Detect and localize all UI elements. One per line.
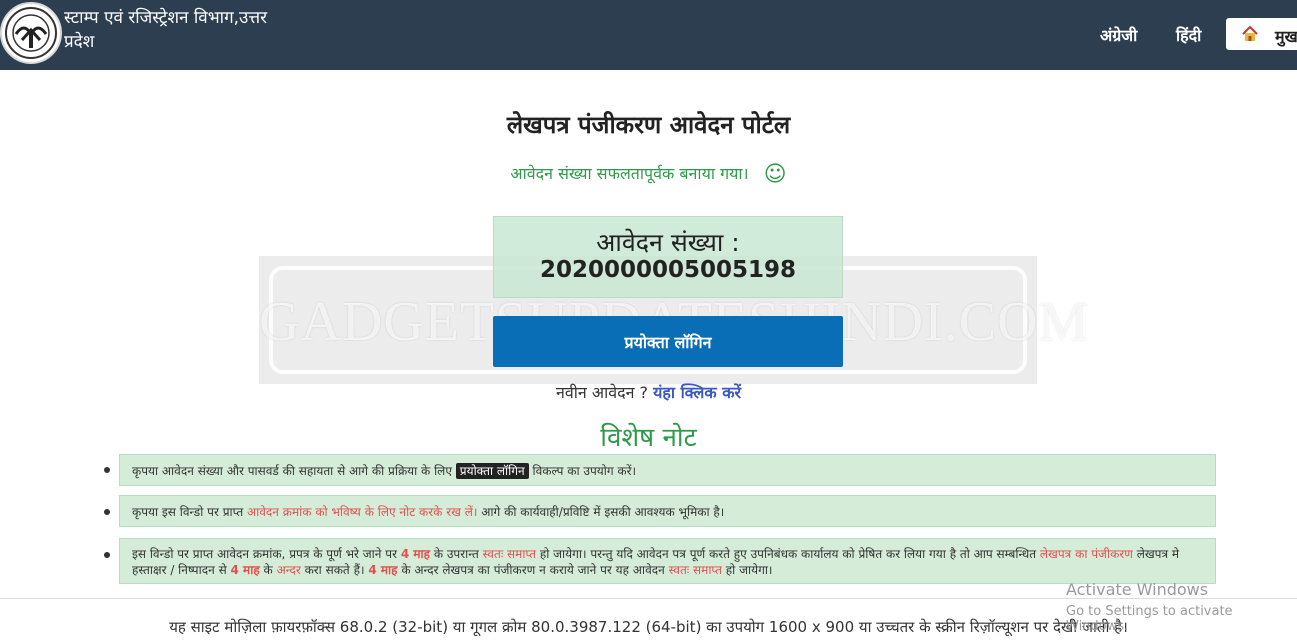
note-highlight: स्वतः समाप्त	[668, 563, 722, 577]
bullet-icon	[104, 467, 110, 473]
up-emblem-icon[interactable]	[0, 2, 62, 64]
note-text: कृपया इस विन्डो पर प्राप्त	[132, 505, 244, 519]
note-item: इस विन्डो पर प्राप्त आवेदन क्रमांक, प्रप…	[119, 538, 1216, 584]
note-text: कृपया आवेदन संख्या और पासवर्ड की सहायता …	[132, 464, 452, 478]
home-label: मुख	[1275, 27, 1297, 46]
bullet-icon	[104, 552, 110, 558]
note-highlight: स्वतः समाप्त	[482, 547, 536, 561]
note-text: हो जायेगा।	[725, 563, 773, 577]
login-badge: प्रयोक्ता लॉगिन	[455, 463, 529, 479]
note-text: के	[263, 563, 273, 577]
note-text: आगे की कार्यवाही/प्रविष्टि में इसकी आवश्…	[481, 505, 725, 519]
home-icon	[1241, 25, 1259, 47]
note-text: हो जायेगा। परन्तु यदि आवेदन पत्र पूर्ण क…	[539, 547, 1037, 561]
success-message: आवेदन संख्या सफलतापूर्वक बनाया गया। ☺	[0, 162, 1297, 187]
bullet-icon	[104, 509, 110, 515]
note-highlight: अन्दर	[276, 563, 301, 577]
nav-english-link[interactable]: अंग्रेजी	[1100, 24, 1137, 46]
nav-hindi-link[interactable]: हिंदी	[1176, 24, 1201, 46]
application-number-value: 2020000005005198	[539, 257, 797, 283]
user-login-button[interactable]: प्रयोक्ता लॉगिन	[493, 316, 843, 367]
note-highlight: आवेदन क्रमांक को भविष्य के लिए नोट करके …	[247, 505, 478, 519]
note-text: विकल्प का उपयोग करें।	[532, 464, 637, 478]
note-highlight: लेखपत्र का पंजीकरण	[1039, 547, 1133, 561]
note-text: के अन्दर लेखपत्र का पंजीकरण न कराये जाने…	[401, 563, 665, 577]
home-button[interactable]: मुख	[1226, 18, 1297, 50]
new-application-link[interactable]: यंहा क्लिक करें	[653, 383, 741, 402]
application-number-box: आवेदन संख्या : 2020000005005198	[493, 216, 843, 298]
note-text: के उपरान्त	[433, 547, 479, 561]
special-note-heading: विशेष नोट	[600, 423, 697, 453]
success-text: आवेदन संख्या सफलतापूर्वक बनाया गया।	[510, 164, 749, 183]
top-header: स्टाम्प एवं रजिस्ट्रेशन विभाग,उत्तर प्रद…	[0, 0, 1297, 70]
note-highlight: 4 माह	[400, 547, 430, 561]
note-text: इस विन्डो पर प्राप्त आवेदन क्रमांक, प्रप…	[132, 547, 397, 561]
note-item: कृपया आवेदन संख्या और पासवर्ड की सहायता …	[119, 454, 1216, 486]
application-number-label: आवेदन संख्या :	[596, 228, 740, 257]
note-text: करा सकते हैं।	[304, 563, 365, 577]
site-title: स्टाम्प एवं रजिस्ट्रेशन विभाग,उत्तर प्रद…	[64, 8, 268, 52]
smiley-icon: ☺	[763, 162, 787, 187]
note-highlight: 4 माह	[368, 563, 398, 577]
new-application-row: नवीन आवेदन ? यंहा क्लिक करें	[0, 381, 1297, 403]
activate-windows-subtitle: Go to Settings to activate Windows.	[1066, 604, 1233, 634]
activate-windows-title: Activate Windows	[1066, 580, 1209, 599]
note-item: कृपया इस विन्डो पर प्राप्त आवेदन क्रमांक…	[119, 495, 1216, 527]
page-title: लेखपत्र पंजीकरण आवेदन पोर्टल	[506, 111, 791, 139]
note-highlight: 4 माह	[230, 563, 260, 577]
new-application-prefix: नवीन आवेदन ?	[555, 383, 649, 402]
